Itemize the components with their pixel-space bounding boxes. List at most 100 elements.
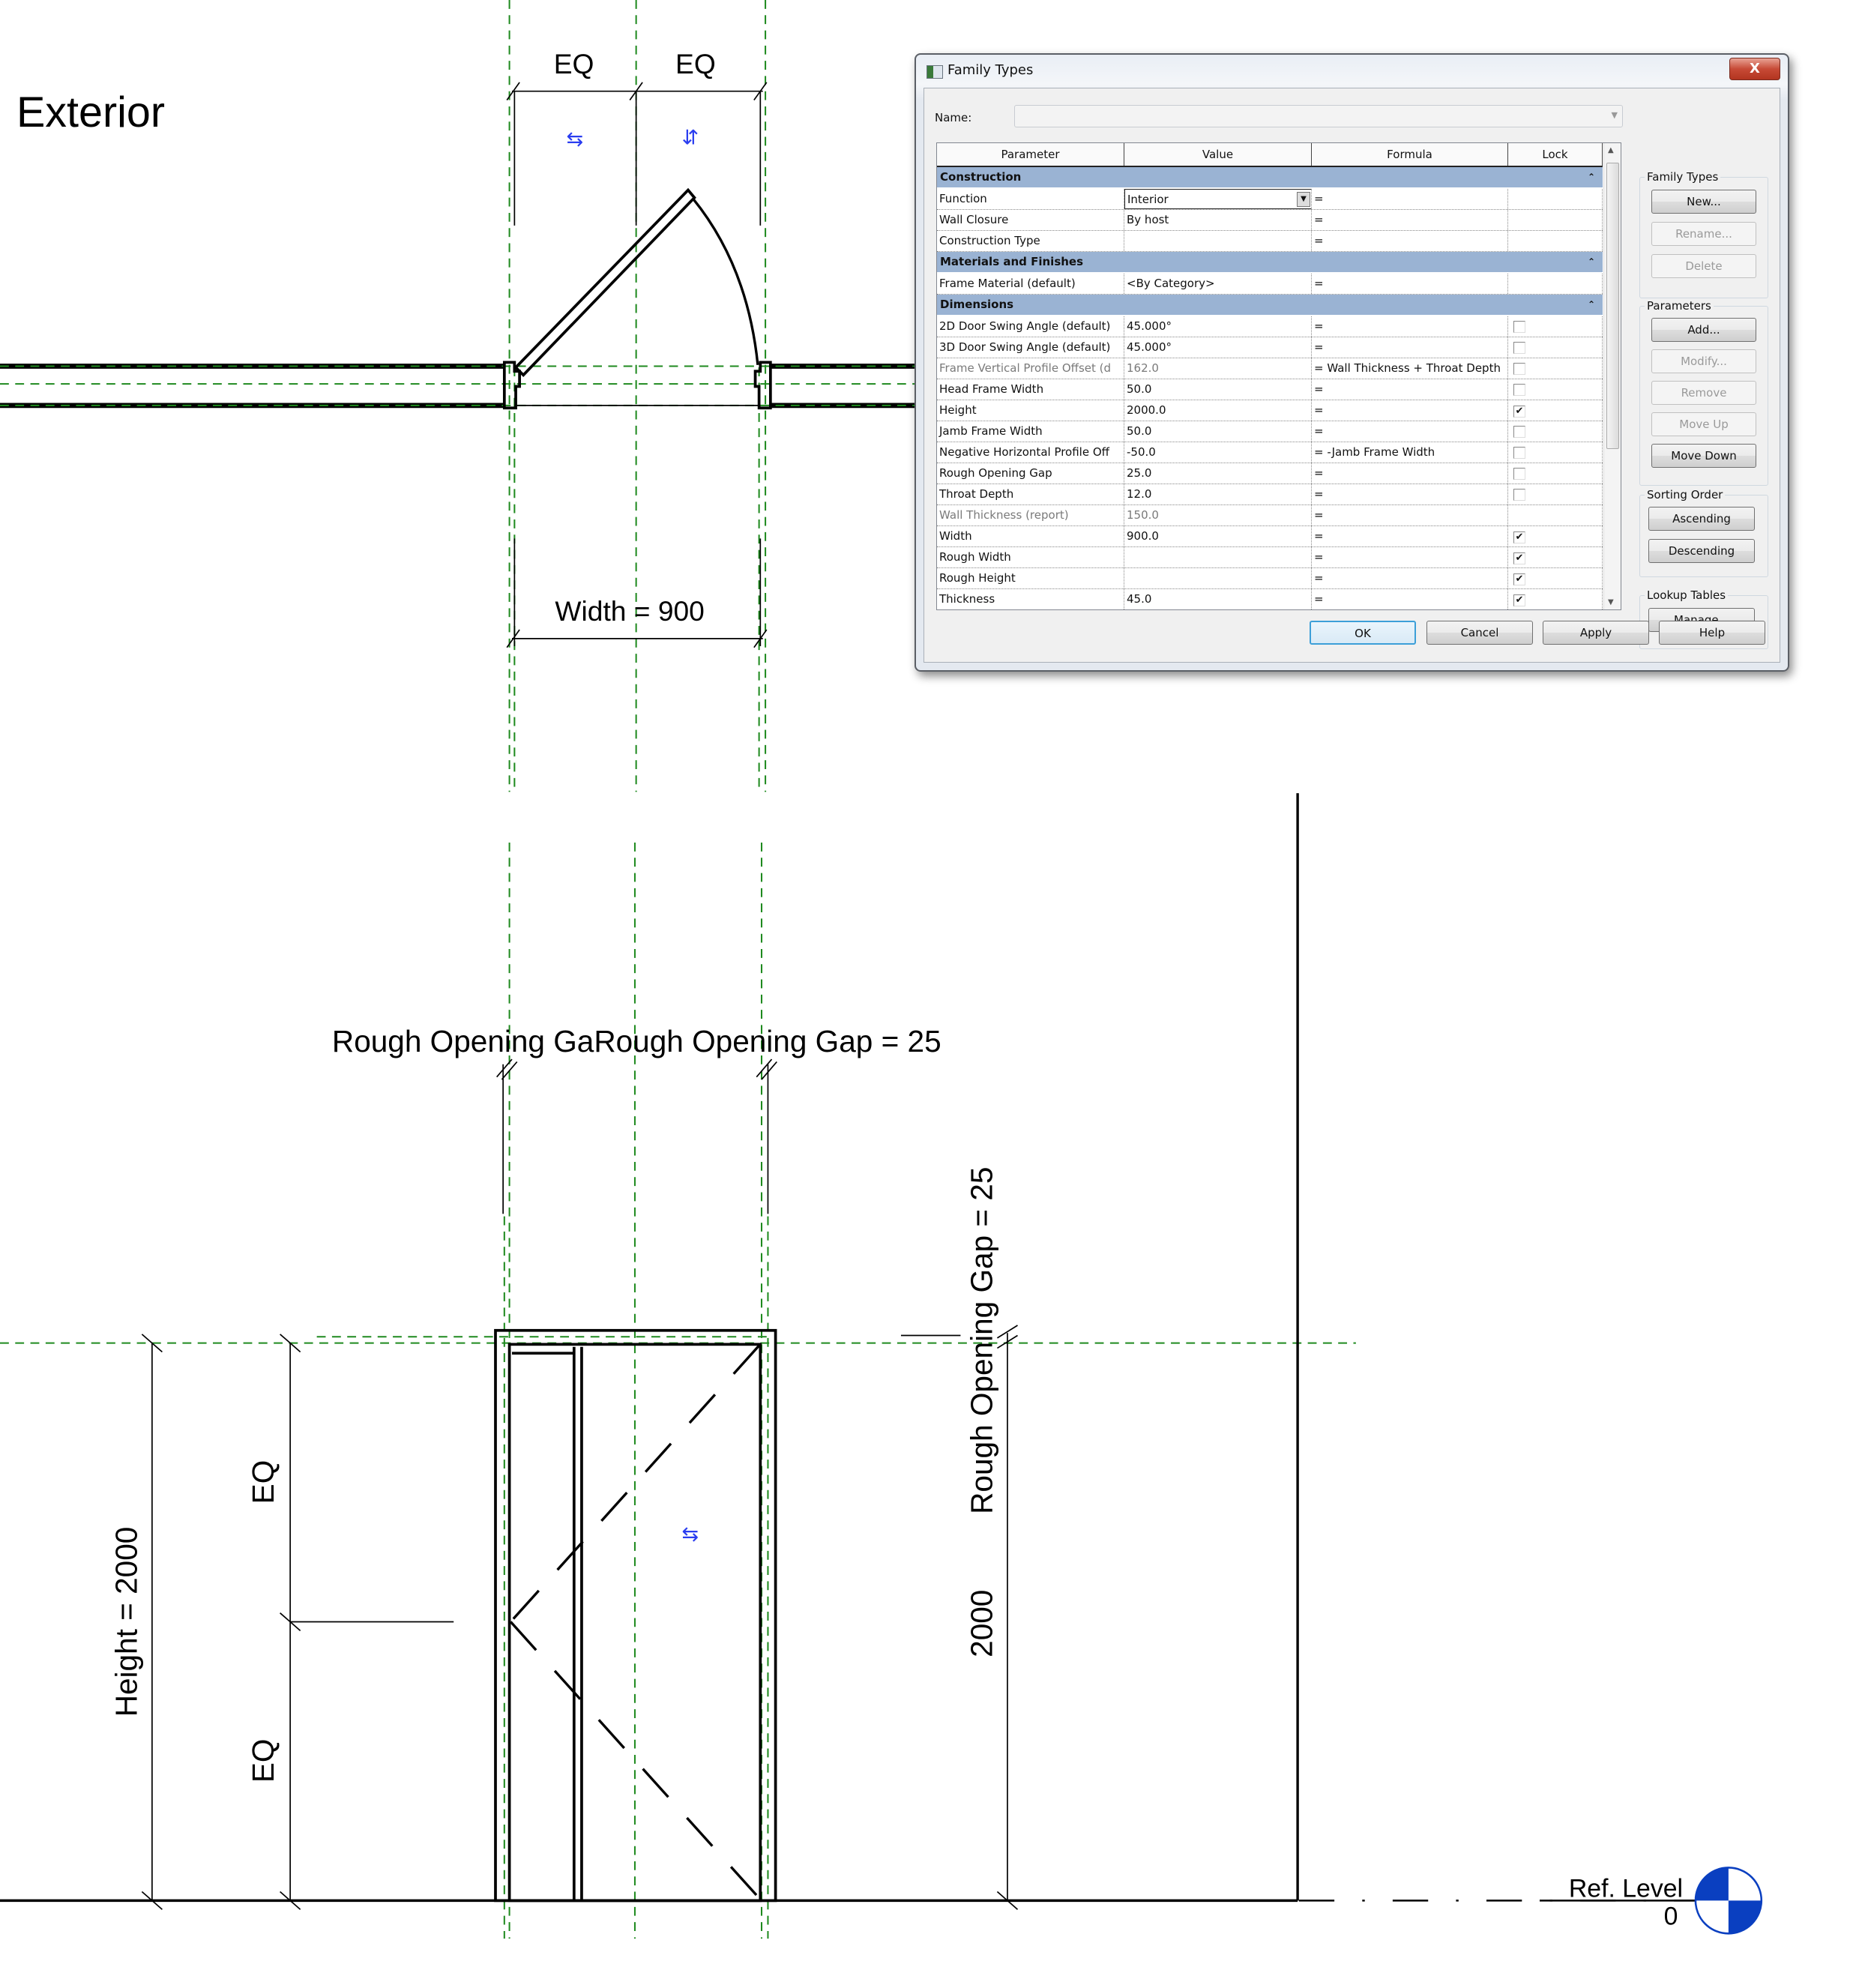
- parameter-value-cell[interactable]: <By Category>: [1124, 274, 1312, 294]
- column-header-value[interactable]: Value: [1124, 143, 1312, 166]
- parameter-value-cell[interactable]: [1124, 231, 1312, 251]
- parameter-name-cell[interactable]: Rough Opening Gap: [937, 463, 1124, 484]
- grid-vertical-scrollbar[interactable]: ▲ ▼: [1603, 143, 1621, 609]
- add-parameter-button[interactable]: Add...: [1651, 318, 1756, 342]
- formula-cell[interactable]: =: [1312, 231, 1508, 251]
- parameter-name-cell[interactable]: Thickness: [937, 589, 1124, 609]
- column-header-parameter[interactable]: Parameter: [937, 143, 1124, 166]
- parameter-row[interactable]: Width 900.0 = ✔: [937, 526, 1603, 547]
- scroll-down-arrow-icon[interactable]: ▼: [1608, 598, 1614, 606]
- formula-cell[interactable]: =: [1312, 463, 1508, 484]
- dialog-titlebar[interactable]: Family Types X: [916, 55, 1788, 88]
- group-header[interactable]: Materials and Finishes ⌃: [937, 252, 1603, 272]
- parameter-row[interactable]: Height 2000.0 = ✔: [937, 400, 1603, 421]
- parameter-value-cell[interactable]: [1124, 568, 1312, 588]
- parameter-name-cell[interactable]: Head Frame Width: [937, 379, 1124, 400]
- parameter-row[interactable]: Function Interior ▼ =: [937, 189, 1603, 210]
- parameter-name-cell[interactable]: Width: [937, 526, 1124, 546]
- parameter-name-cell[interactable]: Negative Horizontal Profile Off: [937, 442, 1124, 463]
- formula-cell[interactable]: =: [1312, 484, 1508, 504]
- lock-checkbox[interactable]: [1513, 321, 1525, 333]
- formula-cell[interactable]: =: [1312, 568, 1508, 588]
- parameter-name-cell[interactable]: Jamb Frame Width: [937, 421, 1124, 442]
- lock-checkbox[interactable]: [1513, 447, 1525, 459]
- parameter-row[interactable]: Frame Material (default) <By Category> =: [937, 274, 1603, 295]
- column-header-lock[interactable]: Lock: [1508, 143, 1603, 166]
- lock-checkbox[interactable]: ✔: [1513, 406, 1525, 418]
- parameter-row[interactable]: Rough Width = ✔: [937, 547, 1603, 568]
- parameter-row[interactable]: Construction Type =: [937, 231, 1603, 252]
- modify-parameter-button[interactable]: Modify...: [1651, 349, 1756, 373]
- lock-checkbox[interactable]: [1513, 342, 1525, 354]
- parameter-value-cell[interactable]: 45.000°: [1124, 316, 1312, 337]
- parameter-name-cell[interactable]: Wall Closure: [937, 210, 1124, 230]
- parameter-value-cell[interactable]: By host: [1124, 210, 1312, 230]
- parameter-name-cell[interactable]: 3D Door Swing Angle (default): [937, 337, 1124, 358]
- chevron-down-icon[interactable]: ▼: [1297, 192, 1310, 207]
- parameter-value-cell[interactable]: 50.0: [1124, 421, 1312, 442]
- level-head-icon[interactable]: [1694, 1867, 1763, 1935]
- parameter-value-cell[interactable]: 900.0: [1124, 526, 1312, 546]
- parameter-value-cell[interactable]: 45.0: [1124, 589, 1312, 609]
- apply-button[interactable]: Apply: [1543, 621, 1649, 645]
- lock-checkbox[interactable]: ✔: [1513, 594, 1525, 606]
- parameter-name-cell[interactable]: Frame Vertical Profile Offset (d: [937, 358, 1124, 379]
- rough-opening-gap-dimension-top[interactable]: Rough Opening GaRough Opening Gap = 25: [332, 1024, 941, 1214]
- formula-cell[interactable]: =: [1312, 400, 1508, 421]
- parameter-name-cell[interactable]: Function: [937, 189, 1124, 209]
- rename-type-button[interactable]: Rename...: [1651, 222, 1756, 246]
- formula-cell[interactable]: =: [1312, 547, 1508, 567]
- parameter-name-cell[interactable]: Throat Depth: [937, 484, 1124, 504]
- collapse-chevron-icon[interactable]: ⌃: [1588, 295, 1595, 315]
- parameter-value-cell[interactable]: 25.0: [1124, 463, 1312, 484]
- parameter-row[interactable]: 2D Door Swing Angle (default) 45.000° =: [937, 316, 1603, 337]
- parameter-row[interactable]: Thickness 45.0 = ✔: [937, 589, 1603, 609]
- delete-type-button[interactable]: Delete: [1651, 254, 1756, 278]
- collapse-chevron-icon[interactable]: ⌃: [1588, 167, 1595, 187]
- parameter-name-cell[interactable]: Rough Height: [937, 568, 1124, 588]
- parameter-name-cell[interactable]: Construction Type: [937, 231, 1124, 251]
- rough-opening-gap-dimension-right[interactable]: Rough Opening Gap = 25 2000: [900, 1167, 1019, 1910]
- parameter-value-cell[interactable]: [1124, 547, 1312, 567]
- formula-cell[interactable]: = Wall Thickness + Throat Depth: [1312, 358, 1508, 379]
- remove-parameter-button[interactable]: Remove: [1651, 381, 1756, 405]
- parameter-row[interactable]: Jamb Frame Width 50.0 =: [937, 421, 1603, 442]
- parameter-value-cell[interactable]: 50.0: [1124, 379, 1312, 400]
- door-frame[interactable]: [494, 1328, 777, 1903]
- parameter-name-cell[interactable]: Height: [937, 400, 1124, 421]
- type-name-dropdown[interactable]: ▼: [1014, 105, 1623, 127]
- door-leaf[interactable]: [513, 187, 696, 377]
- height-dimension[interactable]: Height = 2000: [109, 1334, 163, 1910]
- parameter-value-cell[interactable]: 162.0: [1124, 358, 1312, 379]
- lock-checkbox[interactable]: [1513, 384, 1525, 396]
- help-button[interactable]: Help: [1659, 621, 1765, 645]
- parameter-name-cell[interactable]: Frame Material (default): [937, 274, 1124, 294]
- scrollbar-thumb[interactable]: [1606, 163, 1619, 449]
- cancel-button[interactable]: Cancel: [1426, 621, 1533, 645]
- formula-cell[interactable]: =: [1312, 210, 1508, 230]
- lock-checkbox[interactable]: ✔: [1513, 573, 1525, 585]
- parameter-value-cell[interactable]: 2000.0: [1124, 400, 1312, 421]
- lock-checkbox[interactable]: ✔: [1513, 552, 1525, 564]
- ascending-button[interactable]: Ascending: [1648, 507, 1755, 531]
- formula-cell[interactable]: =: [1312, 316, 1508, 337]
- elevation-flip-icon[interactable]: ⇆: [682, 1522, 699, 1546]
- parameter-row[interactable]: Wall Thickness (report) 150.0 =: [937, 505, 1603, 526]
- formula-cell[interactable]: =: [1312, 421, 1508, 442]
- parameter-value-cell[interactable]: 45.000°: [1124, 337, 1312, 358]
- parameter-value-cell[interactable]: Interior ▼: [1124, 189, 1312, 209]
- close-button[interactable]: X: [1729, 58, 1780, 80]
- formula-cell[interactable]: = -Jamb Frame Width: [1312, 442, 1508, 463]
- parameter-row[interactable]: Frame Vertical Profile Offset (d 162.0 = W…: [937, 358, 1603, 379]
- lock-checkbox[interactable]: [1513, 489, 1525, 501]
- new-type-button[interactable]: New...: [1651, 190, 1756, 214]
- horizontal-flip-icon[interactable]: ⇆: [567, 127, 584, 151]
- parameter-row[interactable]: Rough Opening Gap 25.0 =: [937, 463, 1603, 484]
- formula-cell[interactable]: =: [1312, 379, 1508, 400]
- formula-cell[interactable]: =: [1312, 505, 1508, 525]
- move-down-button[interactable]: Move Down: [1651, 444, 1756, 468]
- formula-cell[interactable]: =: [1312, 274, 1508, 294]
- ref-level[interactable]: Ref. Level 0: [1298, 1867, 1763, 1935]
- descending-button[interactable]: Descending: [1648, 539, 1755, 563]
- parameter-value-cell[interactable]: 150.0: [1124, 505, 1312, 525]
